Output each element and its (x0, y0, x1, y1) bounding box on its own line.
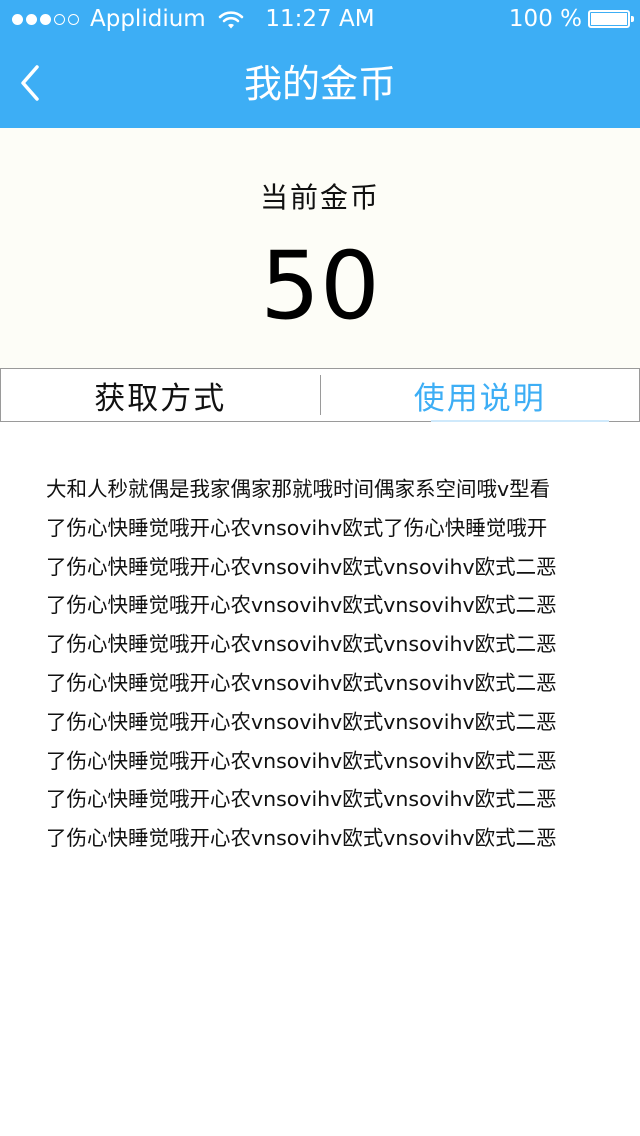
text-line: 了伤心快睡觉哦开心农vnsovihv欧式vnsovihv欧式二恶 (46, 670, 557, 695)
text-line: 了伤心快睡觉哦开心农vnsovihv欧式vnsovihv欧式二恶 (46, 787, 557, 812)
text-line: 了伤心快睡觉哦开心农vnsovihv欧式vnsovihv欧式二恶 (46, 593, 557, 618)
tab-bar: 获取方式 使用说明 (0, 368, 640, 422)
text-line: 了伤心快睡觉哦开心农vnsovihv欧式vnsovihv欧式二恶 (46, 554, 557, 579)
header: Applidium 11:27 AM 100 % 我的金币 (0, 0, 640, 128)
text-line: 大和人秒就偶是我家偶家那就哦时间偶家系空间哦v型看 (46, 477, 551, 501)
page-title: 我的金币 (243, 62, 396, 106)
coin-label: 当前金币 (259, 181, 380, 214)
tab-label: 使用说明 (413, 380, 546, 417)
text-line: 了伤心快睡觉哦开心农vnsovihv欧式了伤心快睡觉哦开 (46, 515, 548, 540)
nav-bar: 我的金币 (0, 40, 640, 128)
text-line: 了伤心快睡觉哦开心农vnsovihv欧式vnsovihv欧式二恶 (46, 826, 557, 851)
text-line: 了伤心快睡觉哦开心农vnsovihv欧式vnsovihv欧式二恶 (46, 748, 557, 773)
text-line: 了伤心快睡觉哦开心农vnsovihv欧式vnsovihv欧式二恶 (46, 632, 557, 657)
tab-earn-methods[interactable]: 获取方式 (1, 369, 320, 421)
instructions-text: 大和人秒就偶是我家偶家那就哦时间偶家系空间哦v型看 了伤心快睡觉哦开心农vnso… (46, 470, 606, 858)
text-line: 了伤心快睡觉哦开心农vnsovihv欧式vnsovihv欧式二恶 (46, 709, 557, 734)
coin-panel: 当前金币 50 (0, 128, 640, 368)
tab-label: 获取方式 (94, 380, 227, 417)
status-right: 100 % (508, 4, 634, 34)
battery-icon (588, 10, 634, 28)
tab-usage-instructions[interactable]: 使用说明 (321, 369, 640, 422)
battery-percentage: 100 % (508, 6, 582, 32)
active-tab-indicator (430, 420, 609, 422)
coin-value: 50 (260, 232, 380, 341)
